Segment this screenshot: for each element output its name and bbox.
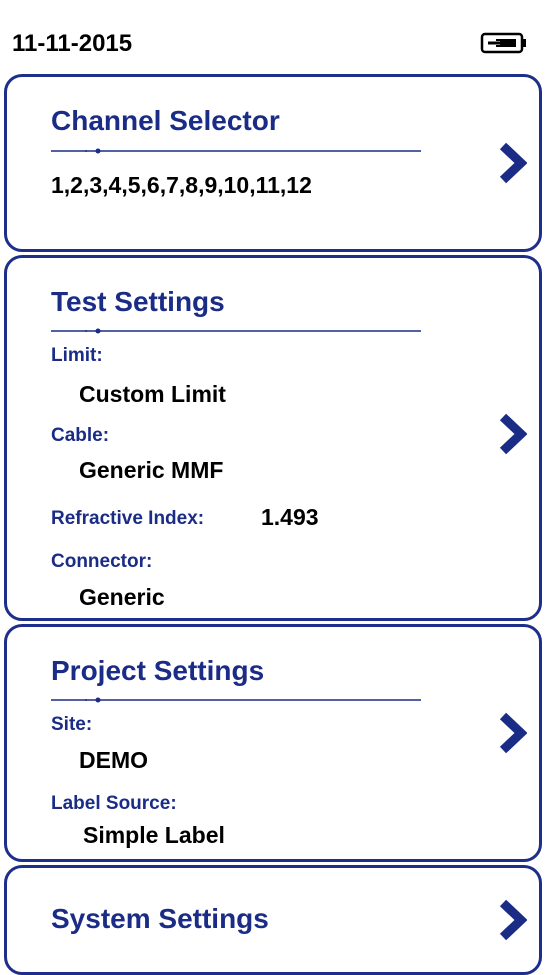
title-divider <box>51 697 421 703</box>
chevron-right-icon[interactable] <box>497 711 527 755</box>
label-source-value: Simple Label <box>83 822 225 848</box>
status-bar: 11-11-2015 <box>0 0 548 74</box>
limit-label: Limit: <box>51 345 103 366</box>
site-label: Site: <box>51 714 93 735</box>
cable-label: Cable: <box>51 425 110 446</box>
system-settings-title: System Settings <box>51 903 269 934</box>
chevron-right-icon[interactable] <box>497 141 527 185</box>
project-settings-card[interactable]: Project Settings Site: DEMO Label Source… <box>4 624 542 862</box>
title-divider <box>51 148 421 154</box>
channel-list: 1,2,3,4,5,6,7,8,9,10,11,12 <box>51 172 312 198</box>
channel-selector-card[interactable]: Channel Selector 1,2,3,4,5,6,7,8,9,10,11… <box>4 74 542 252</box>
chevron-right-icon[interactable] <box>497 898 527 942</box>
connector-label: Connector: <box>51 551 153 572</box>
cable-value: Generic MMF <box>79 457 224 483</box>
channel-selector-title: Channel Selector <box>51 105 280 136</box>
connector-value: Generic <box>79 584 165 610</box>
title-divider <box>51 328 421 334</box>
test-settings-card[interactable]: Test Settings Limit: Custom Limit Cable:… <box>4 255 542 621</box>
test-settings-title: Test Settings <box>51 286 225 317</box>
date-display: 11-11-2015 <box>12 30 133 57</box>
site-value: DEMO <box>79 747 148 773</box>
system-settings-card[interactable]: System Settings <box>4 865 542 975</box>
limit-value: Custom Limit <box>79 381 226 407</box>
label-source-label: Label Source: <box>51 793 177 814</box>
battery-plug-icon <box>480 32 526 54</box>
refractive-index-value: 1.493 <box>261 504 319 530</box>
chevron-right-icon[interactable] <box>497 412 527 456</box>
project-settings-title: Project Settings <box>51 655 265 686</box>
refractive-index-label: Refractive Index: <box>51 508 205 529</box>
